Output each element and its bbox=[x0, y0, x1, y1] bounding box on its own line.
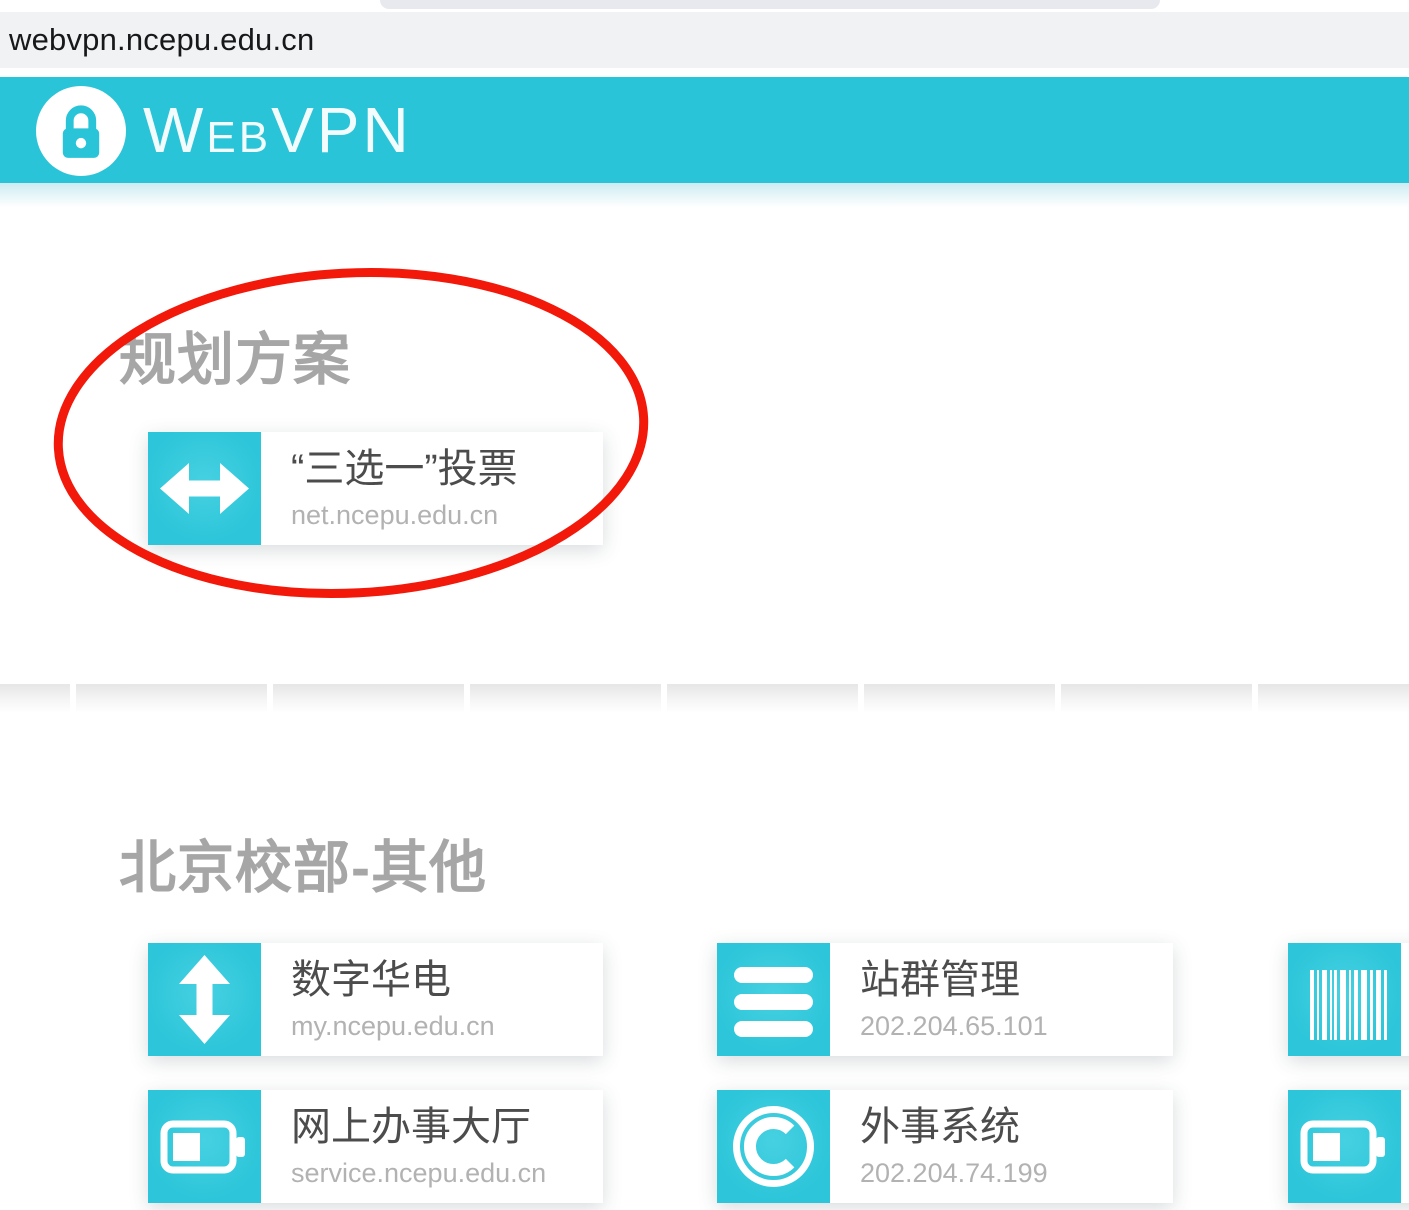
app-card-title: 网上办事大厅 bbox=[291, 1107, 546, 1147]
app-card-title: “三选一”投票 bbox=[291, 449, 518, 489]
lock-icon bbox=[42, 92, 120, 170]
battery-icon bbox=[1288, 1090, 1401, 1203]
app-card-title: 外事系统 bbox=[860, 1107, 1048, 1147]
app-card-title: 站群管理 bbox=[860, 960, 1048, 1000]
webvpn-page: webvpn.ncepu.edu.cn WEBVPN 规划方案 “三选一”投票 bbox=[0, 0, 1409, 1210]
app-card-wangshang-banshi[interactable]: 网上办事大厅 service.ncepu.edu.cn bbox=[148, 1090, 603, 1203]
wordmark-vpn: VPN bbox=[271, 98, 412, 162]
vertical-double-arrow-icon bbox=[148, 943, 261, 1056]
app-card-waishi-xitong[interactable]: 外事系统 202.204.74.199 bbox=[717, 1090, 1173, 1203]
section-title-beijing-other: 北京校部-其他 bbox=[119, 822, 487, 904]
app-card-partial-battery[interactable] bbox=[1288, 1090, 1409, 1203]
app-card-sanxuanyi-vote[interactable]: “三选一”投票 net.ncepu.edu.cn bbox=[148, 432, 603, 545]
menu-bars-icon bbox=[717, 943, 830, 1056]
address-bar-url: webvpn.ncepu.edu.cn bbox=[9, 22, 314, 58]
app-card-title: 数字华电 bbox=[291, 960, 495, 1000]
wordmark-w: W bbox=[143, 98, 206, 162]
battery-icon bbox=[148, 1090, 261, 1203]
webvpn-wordmark: WEBVPN bbox=[143, 98, 412, 162]
app-card-partial-barcode[interactable] bbox=[1288, 943, 1409, 1056]
section-title-planning: 规划方案 bbox=[119, 314, 351, 396]
browser-tab-bar bbox=[0, 0, 1409, 12]
app-card-url: my.ncepu.edu.cn bbox=[291, 1013, 495, 1040]
app-card-shuzi-huadian[interactable]: 数字华电 my.ncepu.edu.cn bbox=[148, 943, 603, 1056]
barcode-icon bbox=[1288, 943, 1401, 1056]
wordmark-eb: EB bbox=[206, 116, 271, 160]
app-card-url: 202.204.65.101 bbox=[860, 1013, 1048, 1040]
copyright-icon bbox=[717, 1090, 830, 1203]
webvpn-header: WEBVPN bbox=[0, 77, 1409, 183]
browser-address-bar[interactable]: webvpn.ncepu.edu.cn bbox=[0, 12, 1409, 68]
horizontal-double-arrow-icon bbox=[148, 432, 261, 545]
header-gradient-fade bbox=[0, 183, 1409, 210]
app-card-url: service.ncepu.edu.cn bbox=[291, 1160, 546, 1187]
app-card-zhanqun-guanli[interactable]: 站群管理 202.204.65.101 bbox=[717, 943, 1173, 1056]
app-card-url: 202.204.74.199 bbox=[860, 1160, 1048, 1187]
webvpn-logo bbox=[36, 86, 126, 176]
app-card-url: net.ncepu.edu.cn bbox=[291, 502, 518, 529]
section-divider bbox=[0, 684, 1409, 713]
browser-tab-strip[interactable] bbox=[380, 0, 1160, 9]
